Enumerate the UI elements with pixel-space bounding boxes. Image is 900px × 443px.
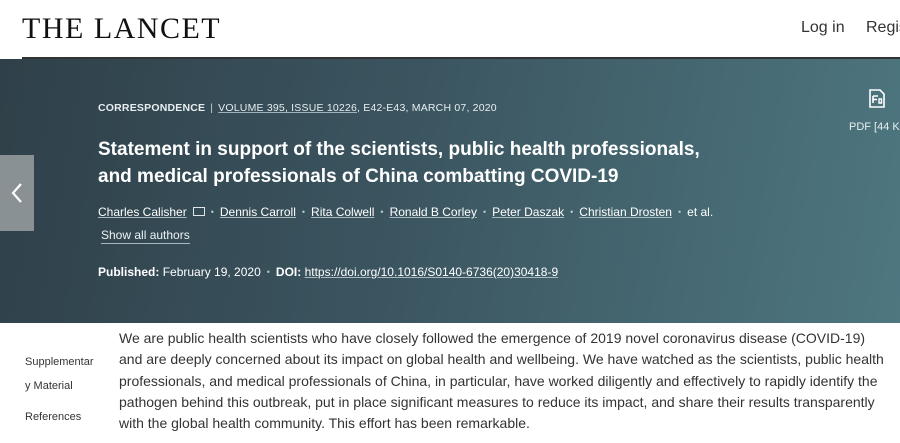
author-link[interactable]: Charles Calisher <box>98 205 187 219</box>
author-link[interactable]: Ronald B Corley <box>390 205 477 219</box>
doi-link[interactable]: https://doi.org/10.1016/S0140-6736(20)30… <box>305 265 559 279</box>
published-separator: • <box>266 267 270 277</box>
published-line: Published: February 19, 2020 • DOI: https:… <box>98 265 558 279</box>
mail-icon[interactable] <box>192 207 205 216</box>
author-list: Charles Calisher • Dennis Carroll • Rita Col… <box>98 205 713 219</box>
sidenav-references[interactable]: References <box>25 406 95 428</box>
article-title: Statement in support of the scientists, … <box>98 139 700 187</box>
lancet-logo[interactable]: THE LANCET <box>22 12 221 46</box>
et-al: et al. <box>687 205 714 219</box>
previous-article-button[interactable] <box>0 155 34 231</box>
author-separator: • <box>570 207 574 217</box>
author-link[interactable]: Rita Colwell <box>311 205 374 219</box>
published-label: Published: <box>98 265 160 279</box>
site-header: THE LANCET Log in Regis <box>0 0 900 59</box>
author-link[interactable]: Peter Daszak <box>492 205 564 219</box>
pdf-label[interactable]: PDF [44 K <box>849 121 900 133</box>
author-separator: • <box>210 207 214 217</box>
author-link[interactable]: Dennis Carroll <box>220 205 296 219</box>
article-meta: CORRESPONDENCE | VOLUME 395, ISSUE 10226, … <box>98 102 497 114</box>
pages-date: , E42-E43, MARCH 07, 2020 <box>357 102 497 114</box>
volume-link[interactable]: VOLUME 395, ISSUE 10226 <box>218 102 357 114</box>
author-separator: • <box>677 207 682 217</box>
sidenav-supplementary-line2: y Material <box>25 380 73 392</box>
author-separator: • <box>380 207 384 217</box>
article-body: We are public health scientists who have… <box>119 330 884 432</box>
author-separator: • <box>301 207 306 217</box>
login-link[interactable]: Log in <box>801 19 845 37</box>
author-link[interactable]: Christian Drosten <box>579 205 672 219</box>
sidenav-supplementary[interactable]: Supplementar y Material <box>25 350 95 398</box>
article-sidenav: Supplementar y Material References <box>25 350 95 428</box>
sidenav-supplementary-line1: Supplementar <box>25 356 94 368</box>
doi-label: DOI: <box>275 265 302 279</box>
article-type: CORRESPONDENCE <box>98 102 206 114</box>
article-hero: CORRESPONDENCE | VOLUME 395, ISSUE 10226, … <box>0 59 900 323</box>
show-all-authors-link[interactable]: Show all authors <box>101 228 190 244</box>
author-separator: • <box>482 207 487 217</box>
meta-separator: | <box>210 102 214 114</box>
register-link[interactable]: Regis <box>866 19 900 37</box>
pdf-icon[interactable] <box>869 89 885 108</box>
chevron-left-icon <box>11 183 22 203</box>
published-date: February 19, 2020 <box>162 265 261 279</box>
